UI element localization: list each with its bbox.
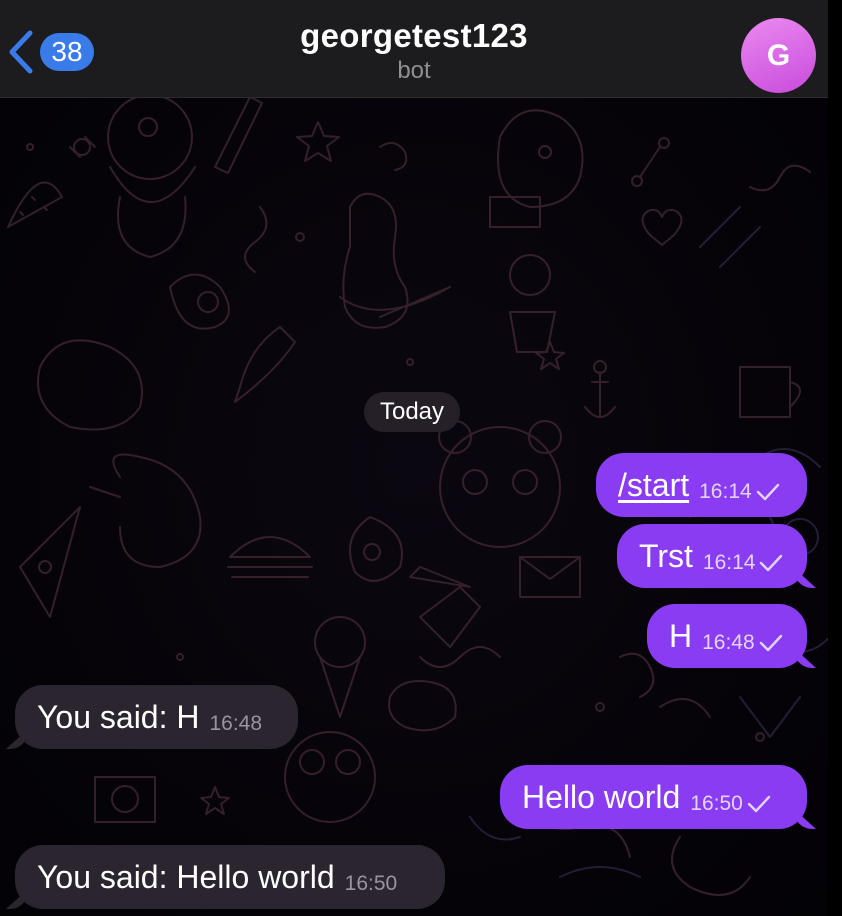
message-text: H: [669, 617, 693, 654]
message-time: 16:50: [690, 792, 743, 815]
date-separator: Today: [364, 392, 460, 432]
message-bubble-outgoing[interactable]: Trst 16:14: [617, 524, 807, 588]
message-text: Hello world: [522, 778, 681, 815]
chat-screen: 38 georgetest123 bot G Today /start 16:1…: [0, 0, 828, 916]
chat-title-block[interactable]: georgetest123 bot: [0, 16, 828, 86]
message-bubble-outgoing[interactable]: Hello world 16:50: [500, 765, 807, 829]
message-text: Trst: [639, 537, 693, 574]
checkmark-icon: [756, 483, 779, 501]
chat-title: georgetest123: [300, 17, 528, 54]
screen-edge: [828, 0, 842, 916]
checkmark-icon: [759, 634, 782, 652]
message-time: 16:14: [702, 551, 756, 574]
message-bubble-outgoing[interactable]: /start 16:14: [596, 453, 807, 517]
message-text: You said: H: [37, 698, 200, 735]
chat-subtitle: bot: [397, 57, 431, 84]
message-bubble-outgoing[interactable]: H 16:48: [647, 604, 807, 668]
message-text: You said: Hello world: [37, 858, 335, 895]
bot-command-link[interactable]: /start: [618, 467, 689, 504]
checkmark-icon: [747, 795, 771, 813]
avatar[interactable]: G: [741, 18, 816, 93]
message-bubble-incoming[interactable]: You said: Hello world 16:50: [15, 845, 445, 909]
message-time: 16:48: [209, 712, 263, 735]
message-time: 16:50: [344, 872, 398, 895]
checkmark-icon: [760, 554, 783, 572]
message-time: 16:14: [699, 480, 752, 503]
chat-header: 38 georgetest123 bot G: [0, 0, 828, 98]
message-time: 16:48: [702, 631, 755, 654]
message-bubble-incoming[interactable]: You said: H 16:48: [15, 685, 298, 749]
